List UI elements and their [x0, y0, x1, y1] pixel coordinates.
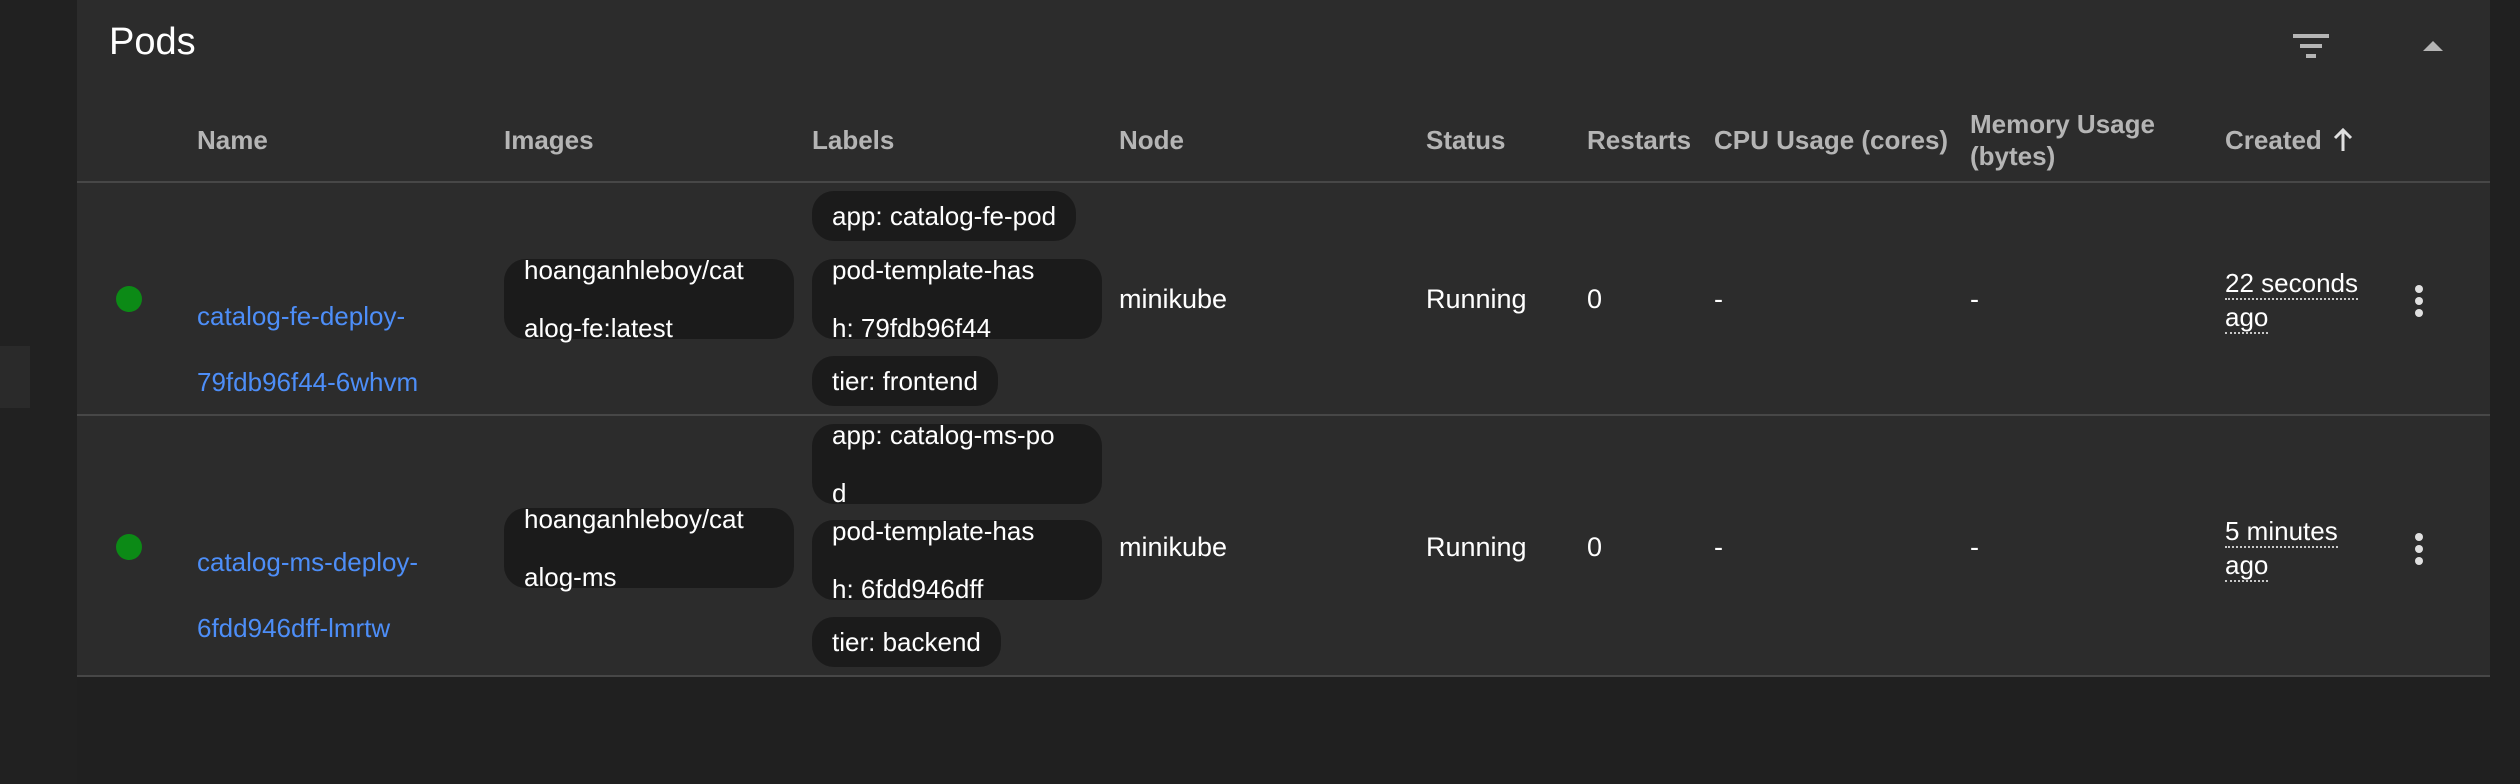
created-line: 5 minutes [2225, 516, 2338, 548]
row-menu-button[interactable] [2399, 523, 2439, 575]
label-chip-line: app: catalog-ms-po [832, 419, 1055, 450]
filter-icon [2293, 34, 2329, 58]
col-header-created[interactable]: Created [2225, 124, 2354, 156]
card-title: Pods [109, 21, 196, 63]
col-header-memory[interactable]: Memory Usage (bytes) [1970, 108, 2155, 172]
memory-value: - [1970, 532, 1979, 562]
label-chip-line: h: 79fdb96f44 [832, 312, 992, 343]
col-header-cpu[interactable]: CPU Usage (cores) [1714, 124, 1948, 156]
label-chip: pod-template-has h: 79fdb96f44 [812, 254, 1102, 342]
side-nav-item[interactable] [0, 346, 30, 408]
status-value: Running [1426, 284, 1527, 314]
image-chip-line: hoanganhleboy/cat [524, 254, 744, 285]
created-line: ago [2225, 550, 2269, 582]
row-divider [77, 414, 2490, 416]
arrow-up-icon [2333, 127, 2352, 151]
label-chip: tier: backend [812, 617, 1001, 667]
row-menu-button[interactable] [2399, 275, 2439, 327]
pods-card: Pods Name Images Labels Node Status Rest… [77, 0, 2490, 677]
chevron-up-icon [2423, 41, 2443, 51]
image-chip: hoanganhleboy/cat alog-ms [504, 503, 794, 591]
created-line: ago [2225, 302, 2269, 334]
col-header-status[interactable]: Status [1426, 124, 1505, 156]
col-header-memory-line2: (bytes) [1970, 141, 2056, 171]
pod-name-link[interactable]: catalog-fe-deploy- 79fdb96f44-6whvm [197, 267, 418, 432]
table-bottom-divider [77, 675, 2490, 677]
col-header-memory-line1: Memory Usage [1970, 109, 2155, 139]
cpu-value: - [1714, 532, 1723, 562]
node-value: minikube [1119, 284, 1228, 314]
status-value: Running [1426, 532, 1527, 562]
image-chip-line: alog-fe:latest [524, 312, 673, 343]
created-line: 22 seconds [2225, 268, 2358, 300]
label-chip-line: pod-template-has [832, 254, 1035, 285]
col-header-created-label: Created [2225, 125, 2322, 155]
col-header-restarts[interactable]: Restarts [1587, 124, 1691, 156]
header-divider [77, 181, 2490, 183]
label-chip-line: pod-template-has [832, 515, 1035, 546]
pod-name-line: catalog-ms-deploy- [197, 547, 419, 577]
filter-button[interactable] [2283, 20, 2339, 72]
image-chip-line: hoanganhleboy/cat [524, 503, 744, 534]
pod-name-line: 6fdd946dff-lmrtw [197, 613, 391, 643]
collapse-button[interactable] [2405, 20, 2461, 72]
label-chip-line: h: 6fdd946dff [832, 573, 984, 604]
col-header-name[interactable]: Name [197, 124, 268, 156]
created-value: 22 seconds ago [2225, 266, 2358, 334]
node-value: minikube [1119, 532, 1228, 562]
cpu-value: - [1714, 284, 1723, 314]
pod-name-line: catalog-fe-deploy- [197, 301, 406, 331]
pod-name-link[interactable]: catalog-ms-deploy- 6fdd946dff-lmrtw [197, 513, 418, 678]
created-value: 5 minutes ago [2225, 514, 2338, 582]
pod-name-line: 79fdb96f44-6whvm [197, 367, 419, 397]
restarts-value: 0 [1587, 284, 1603, 314]
col-header-images[interactable]: Images [504, 124, 594, 156]
status-running-icon [116, 286, 142, 312]
col-header-labels[interactable]: Labels [812, 124, 894, 156]
side-nav-strip [0, 0, 77, 784]
image-chip: hoanganhleboy/cat alog-fe:latest [504, 254, 794, 342]
status-running-icon [116, 534, 142, 560]
image-chip-line: alog-ms [524, 561, 617, 592]
memory-value: - [1970, 284, 1979, 314]
col-header-node[interactable]: Node [1119, 124, 1184, 156]
restarts-value: 0 [1587, 532, 1603, 562]
label-chip: pod-template-has h: 6fdd946dff [812, 515, 1102, 603]
